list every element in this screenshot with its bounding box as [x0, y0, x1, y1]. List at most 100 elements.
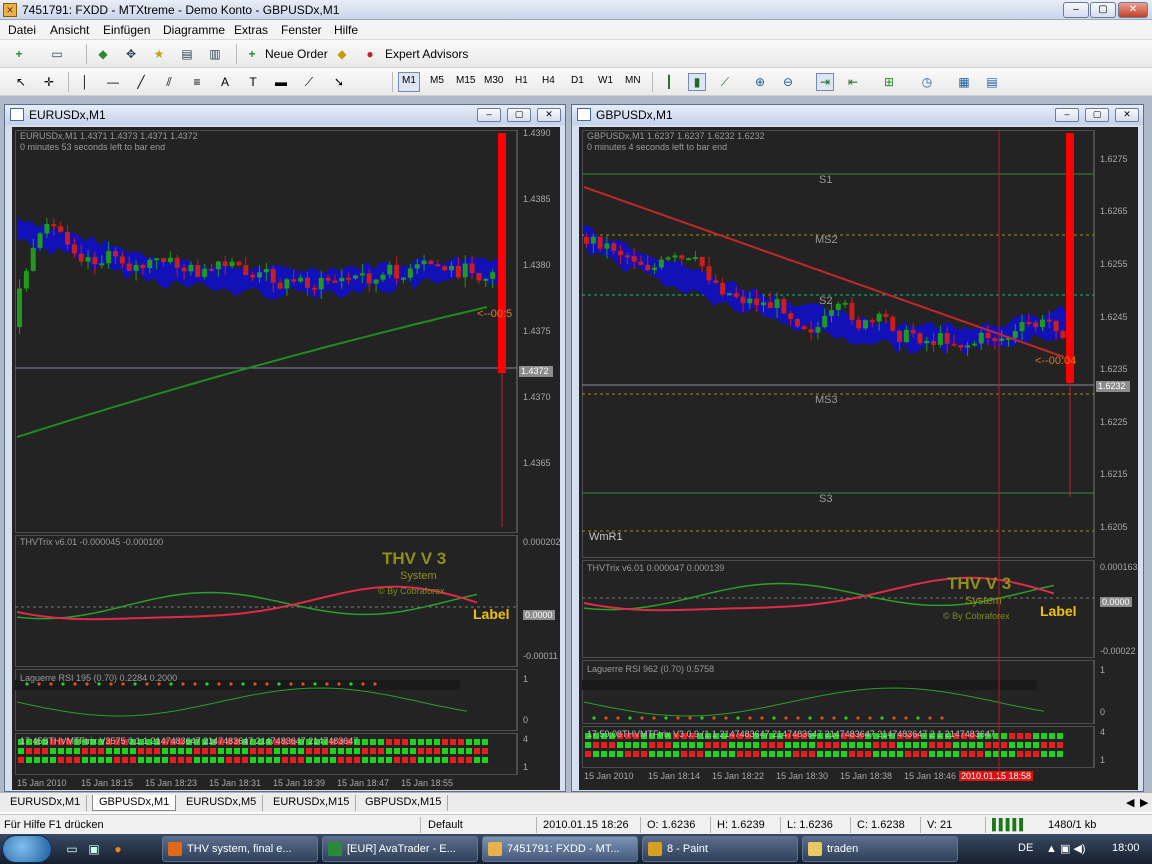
menu-diagramme[interactable]: Diagramme [163, 23, 225, 37]
templates-icon[interactable]: ▦ [955, 73, 973, 91]
candle [1012, 331, 1018, 338]
mtf-block [170, 748, 176, 754]
taskbar-item-traden[interactable]: traden [802, 836, 958, 862]
start-button[interactable] [2, 835, 52, 863]
mtf-block [961, 742, 967, 748]
timeframe-m30[interactable]: M30 [484, 75, 503, 86]
tray-icons[interactable]: ▲ ▣ ◀) [1046, 842, 1086, 855]
label-icon[interactable]: T [244, 73, 262, 91]
channel-icon[interactable]: ⫽ [160, 73, 178, 91]
expert-advisors-button[interactable]: Expert Advisors [385, 47, 468, 61]
crosshair-icon[interactable]: ✛ [40, 73, 58, 91]
new-order-button[interactable]: Neue Order [265, 47, 328, 61]
candle [958, 345, 964, 348]
taskbar-item-paint[interactable]: 8 - Paint [642, 836, 798, 862]
tester-icon[interactable]: ▥ [206, 45, 224, 63]
indicators-icon[interactable]: ⊞ [880, 73, 898, 91]
chart-area-gbpusd[interactable]: 1.6275 1.6265 1.6255 1.6245 1.6235 1.622… [579, 127, 1138, 790]
mtf-block [274, 757, 280, 763]
timeframe-h4[interactable]: H4 [542, 75, 555, 86]
chart-window-titlebar: GBPUSDx,M1 – ▢ ✕ [572, 105, 1143, 125]
cursor-icon[interactable]: ↖ [12, 73, 30, 91]
taskbar-item-mt4[interactable]: 7451791: FXDD - MT... [482, 836, 638, 862]
language-indicator[interactable]: DE [1018, 842, 1033, 854]
chart-maximize-button[interactable]: ▢ [1085, 108, 1109, 122]
close-button[interactable]: ✕ [1118, 2, 1148, 18]
taskbar-item-avatrader[interactable]: [EUR] AvaTrader - E... [322, 836, 478, 862]
menu-datei[interactable]: Datei [8, 23, 36, 37]
mtf-block [218, 748, 224, 754]
menu-fenster[interactable]: Fenster [281, 23, 322, 37]
zoom-out-icon[interactable]: ⊖ [779, 73, 797, 91]
chart-close-button[interactable]: ✕ [537, 108, 561, 122]
timeframe-h1[interactable]: H1 [515, 75, 528, 86]
mtf-block [162, 757, 168, 763]
laguerre-dot [277, 682, 281, 686]
maximize-button[interactable]: ▢ [1090, 2, 1116, 18]
chart-minimize-button[interactable]: – [1055, 108, 1079, 122]
alert-icon[interactable]: ◆ [333, 45, 351, 63]
mtf-block [242, 748, 248, 754]
tab-eurusdx-m1[interactable]: EURUSDx,M1 [4, 795, 88, 811]
trendline-icon[interactable]: ╱ [132, 73, 150, 91]
vertical-line-icon[interactable]: │ [76, 73, 94, 91]
switch-windows-icon[interactable]: ▣ [86, 840, 102, 858]
timeframe-w1[interactable]: W1 [598, 75, 613, 86]
candle [215, 261, 221, 270]
chart-shift-icon[interactable]: ⇤ [844, 73, 862, 91]
chart-maximize-button[interactable]: ▢ [507, 108, 531, 122]
tab-eurusdx-m5[interactable]: EURUSDx,M5 [180, 795, 264, 811]
timeframe-mn[interactable]: MN [625, 75, 641, 86]
tabs-scroll-right-icon[interactable]: ▶ [1134, 795, 1152, 811]
bar-chart-icon[interactable]: ┃ [660, 73, 678, 91]
fibonacci-icon[interactable]: ≡ [188, 73, 206, 91]
tab-eurusdx-m15[interactable]: EURUSDx,M15 [267, 795, 357, 811]
menu-extras[interactable]: Extras [234, 23, 268, 37]
firefox-icon[interactable]: ● [110, 840, 126, 858]
mtf-block [929, 742, 935, 748]
candlestick-icon[interactable]: ▮ [688, 73, 706, 91]
tab-gbpusdx-m1[interactable]: GBPUSDx,M1 [92, 795, 177, 811]
show-desktop-icon[interactable]: ▭ [64, 840, 80, 858]
candle [65, 231, 70, 245]
mtf-block [426, 757, 432, 763]
candle [713, 280, 719, 283]
timeframe-m15[interactable]: M15 [456, 75, 475, 86]
chart-minimize-button[interactable]: – [477, 108, 501, 122]
navigator-icon[interactable]: ★ [150, 45, 168, 63]
chart-area-eurusd[interactable]: 1.4390 1.4385 1.4380 1.4375 1.4370 1.436… [12, 127, 560, 790]
timeframe-m5[interactable]: M5 [430, 75, 444, 86]
autoscroll-icon[interactable]: ⇥ [816, 73, 834, 91]
candle [58, 226, 64, 232]
menu-einfuegen[interactable]: Einfügen [103, 23, 150, 37]
clock[interactable]: 18:00 [1112, 842, 1140, 854]
market-watch-icon[interactable]: ◆ [94, 45, 112, 63]
menu-ansicht[interactable]: Ansicht [50, 23, 89, 37]
mtf-block [90, 748, 96, 754]
terminal-icon[interactable]: ▤ [178, 45, 196, 63]
timeframe-m1[interactable]: M1 [402, 75, 416, 86]
zoom-in-icon[interactable]: ⊕ [751, 73, 769, 91]
mtf-block [98, 748, 104, 754]
arrows-icon[interactable]: ➘ [330, 73, 348, 91]
taskbar-item-firefox[interactable]: THV system, final e... [162, 836, 318, 862]
data-window-icon[interactable]: ✥ [122, 45, 140, 63]
text-icon[interactable]: A [216, 73, 234, 91]
chart-close-button[interactable]: ✕ [1115, 108, 1139, 122]
line-chart-icon[interactable]: ⟋ [716, 73, 734, 91]
shapes-icon[interactable]: ⟋ [300, 73, 318, 91]
tab-gbpusdx-m15[interactable]: GBPUSDx,M15 [359, 795, 449, 811]
horizontal-line-icon[interactable]: — [104, 73, 122, 91]
rectangle-icon[interactable]: ▬ [272, 73, 290, 91]
new-order-icon[interactable]: + [243, 45, 261, 63]
new-chart-icon[interactable]: + [10, 45, 28, 63]
candle [373, 279, 379, 284]
timeframe-d1[interactable]: D1 [571, 75, 584, 86]
expert-advisors-icon[interactable]: ● [361, 45, 379, 63]
minimize-button[interactable]: – [1063, 2, 1089, 18]
candle [78, 253, 84, 262]
periods-icon[interactable]: ◷ [918, 73, 936, 91]
profiles-icon[interactable]: ▭ [48, 45, 66, 63]
chart-properties-icon[interactable]: ▤ [983, 73, 1001, 91]
menu-hilfe[interactable]: Hilfe [334, 23, 358, 37]
